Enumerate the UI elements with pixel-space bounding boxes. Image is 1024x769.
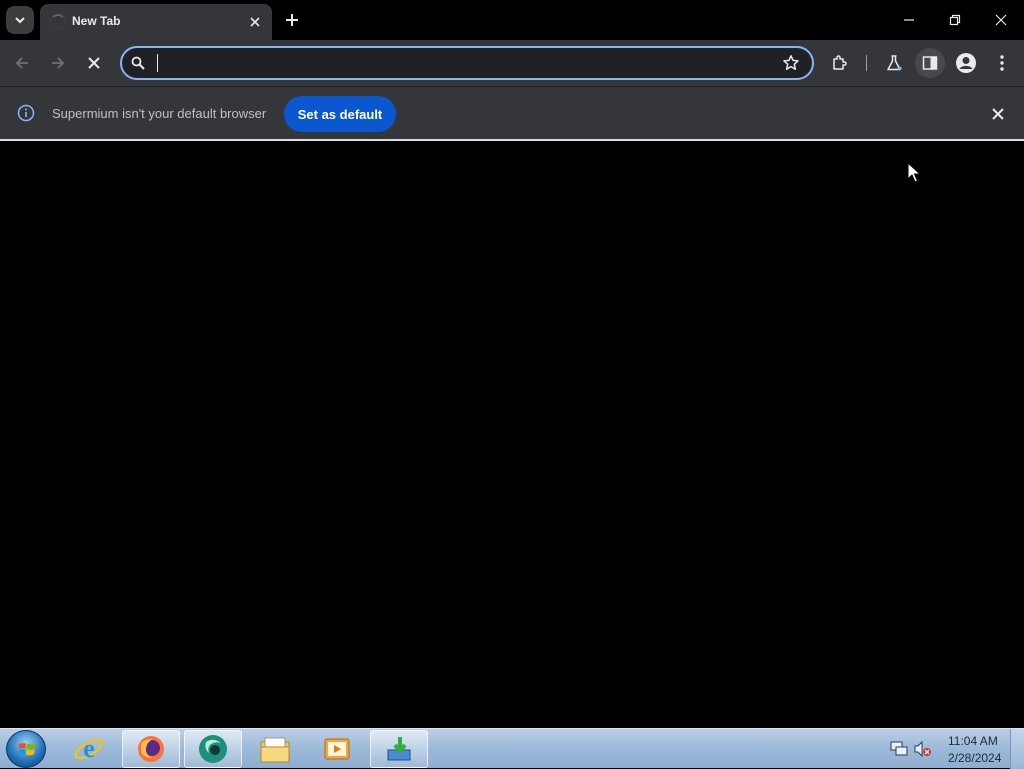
clock-date[interactable]: 2/28/2024 — [948, 751, 1001, 765]
avatar-icon — [956, 53, 976, 73]
taskbar: e 11:04 AM 2/28/2024 — [0, 728, 1024, 769]
flask-icon — [887, 55, 902, 71]
arrow-left-icon — [15, 57, 28, 69]
supermium-icon — [199, 735, 227, 763]
address-bar[interactable] — [120, 46, 814, 80]
installer-icon — [387, 737, 411, 761]
windows-logo-icon — [19, 743, 35, 756]
side-panel-icon — [922, 56, 938, 70]
mouse-cursor-icon — [907, 162, 921, 183]
page-content[interactable] — [0, 141, 1024, 728]
close-icon — [250, 17, 260, 27]
restore-icon — [949, 14, 961, 26]
title-bar: New Tab — [0, 0, 1024, 40]
info-icon — [17, 104, 35, 122]
puzzle-icon — [833, 55, 847, 70]
tab-new-tab[interactable]: New Tab — [40, 4, 272, 40]
extensions-button[interactable] — [828, 51, 852, 75]
close-icon — [995, 14, 1007, 26]
set-as-default-button[interactable]: Set as default — [284, 96, 396, 132]
file-explorer-icon — [260, 737, 290, 763]
profile-button[interactable] — [954, 51, 978, 75]
media-player-icon — [324, 738, 350, 760]
loading-spinner-icon — [50, 14, 66, 30]
tab-close-button[interactable] — [246, 13, 264, 31]
taskbar-app-firefox[interactable] — [122, 730, 180, 768]
taskbar-app-internet-explorer[interactable]: e — [60, 730, 118, 768]
chevron-down-icon — [15, 17, 25, 24]
kebab-menu-icon — [1000, 55, 1004, 71]
toolbar-separator — [866, 55, 867, 71]
bookmark-star-icon[interactable] — [782, 54, 800, 72]
address-input[interactable] — [156, 52, 776, 74]
tab-search-button[interactable] — [6, 6, 34, 34]
taskbar-app-supermium[interactable] — [184, 730, 242, 768]
minimize-icon — [904, 19, 914, 21]
infobar-message: Supermium isn't your default browser — [52, 106, 267, 121]
taskbar-app-media-player[interactable] — [308, 730, 366, 768]
close-window-button[interactable] — [978, 0, 1024, 40]
show-desktop-button[interactable] — [1010, 729, 1024, 769]
clock-time[interactable]: 11:04 AM — [948, 734, 998, 748]
arrow-right-icon — [52, 57, 65, 69]
network-icon[interactable] — [890, 741, 908, 757]
stop-loading-button[interactable] — [80, 49, 108, 77]
side-panel-button[interactable] — [918, 51, 942, 75]
firefox-icon — [138, 736, 164, 762]
back-button[interactable] — [8, 49, 36, 77]
taskbar-app-file-explorer[interactable] — [246, 730, 304, 768]
start-button[interactable] — [6, 730, 46, 768]
internet-explorer-icon: e — [74, 734, 104, 763]
text-caret — [157, 54, 158, 72]
tab-title: New Tab — [72, 14, 121, 28]
new-tab-button[interactable] — [280, 8, 304, 32]
close-icon — [992, 108, 1004, 120]
labs-button[interactable] — [882, 51, 906, 75]
restore-button[interactable] — [932, 0, 978, 40]
volume-muted-icon[interactable] — [914, 741, 932, 757]
infobar-close-button[interactable] — [988, 104, 1008, 124]
search-icon — [131, 56, 145, 70]
svg-text:e: e — [83, 734, 95, 763]
plus-icon — [286, 14, 298, 26]
forward-button[interactable] — [44, 49, 72, 77]
browser-toolbar — [0, 40, 1024, 86]
default-browser-infobar: Supermium isn't your default browser Set… — [0, 86, 1024, 139]
close-icon — [88, 57, 100, 69]
menu-button[interactable] — [990, 51, 1014, 75]
minimize-button[interactable] — [886, 0, 932, 40]
taskbar-app-installer[interactable] — [370, 730, 428, 768]
